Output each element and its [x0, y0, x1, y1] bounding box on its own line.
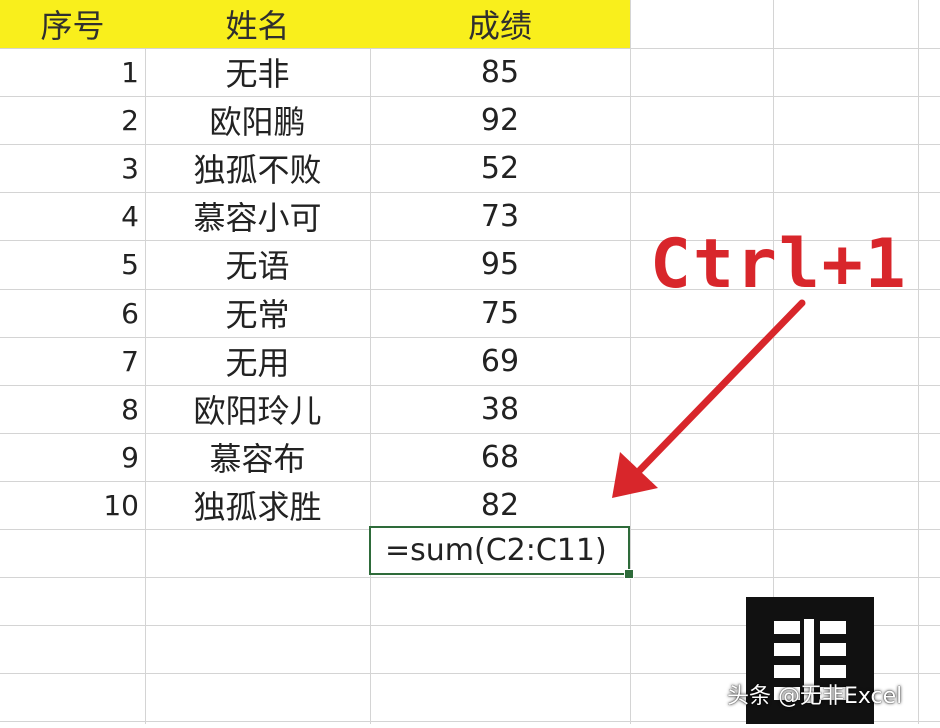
- row-name-cell[interactable]: 无语: [145, 240, 370, 288]
- row-score-cell[interactable]: 52: [370, 144, 630, 192]
- watermark: 头条 @无非Excel: [727, 684, 903, 709]
- row-score-cell[interactable]: 68: [370, 433, 630, 481]
- row-name-cell[interactable]: 无常: [145, 289, 370, 337]
- header-index[interactable]: 序号: [0, 0, 145, 48]
- fill-handle[interactable]: [624, 569, 634, 579]
- row-index-cell[interactable]: 4: [0, 192, 145, 240]
- row-score-cell[interactable]: 69: [370, 337, 630, 385]
- row-score-cell[interactable]: 82: [370, 481, 630, 529]
- row-score-cell[interactable]: 73: [370, 192, 630, 240]
- row-index-cell[interactable]: 8: [0, 385, 145, 433]
- row-index-cell[interactable]: 7: [0, 337, 145, 385]
- row-name-cell[interactable]: 欧阳鹏: [145, 96, 370, 144]
- row-index-cell[interactable]: 3: [0, 144, 145, 192]
- row-index-cell[interactable]: 1: [0, 48, 145, 96]
- row-name-cell[interactable]: 独孤不败: [145, 144, 370, 192]
- row-name-cell[interactable]: 独孤求胜: [145, 481, 370, 529]
- row-name-cell[interactable]: 无非: [145, 48, 370, 96]
- row-index-cell[interactable]: 2: [0, 96, 145, 144]
- row-name-cell[interactable]: 无用: [145, 337, 370, 385]
- row-index-cell[interactable]: 10: [0, 481, 145, 529]
- row-name-cell[interactable]: 欧阳玲儿: [145, 385, 370, 433]
- formula-cell[interactable]: =sum(C2:C11): [371, 528, 628, 573]
- shortcut-annotation: Ctrl+1: [650, 225, 908, 304]
- row-name-cell[interactable]: 慕容小可: [145, 192, 370, 240]
- row-index-cell[interactable]: 9: [0, 433, 145, 481]
- row-score-cell[interactable]: 92: [370, 96, 630, 144]
- row-score-cell[interactable]: 85: [370, 48, 630, 96]
- row-index-cell[interactable]: 5: [0, 240, 145, 288]
- header-name[interactable]: 姓名: [145, 0, 370, 48]
- row-index-cell[interactable]: 6: [0, 289, 145, 337]
- row-score-cell[interactable]: 38: [370, 385, 630, 433]
- row-name-cell[interactable]: 慕容布: [145, 433, 370, 481]
- active-cell[interactable]: =sum(C2:C11): [369, 526, 630, 575]
- header-score[interactable]: 成绩: [370, 0, 630, 48]
- row-score-cell[interactable]: 75: [370, 289, 630, 337]
- row-score-cell[interactable]: 95: [370, 240, 630, 288]
